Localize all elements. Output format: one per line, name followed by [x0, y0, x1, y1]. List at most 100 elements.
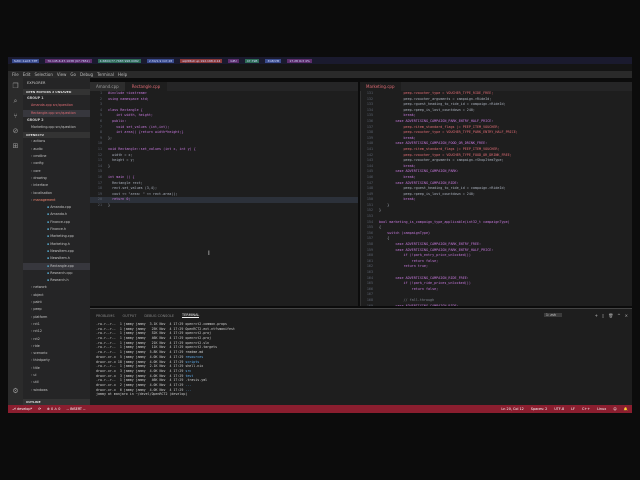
menu-item-edit[interactable]: Edit — [23, 72, 31, 77]
tree-folder[interactable]: › platform — [23, 314, 90, 321]
gear-icon[interactable]: ⚙ — [12, 388, 19, 395]
system-status-item[interactable]: GPU — [228, 58, 239, 63]
system-status-item[interactable]: wlp58s0 up 192.168.0.14 — [180, 58, 223, 63]
maximize-icon[interactable]: ^ — [617, 313, 620, 318]
menu-item-help[interactable]: Help — [118, 72, 127, 77]
tree-folder[interactable]: › object — [23, 292, 90, 299]
tree-folder[interactable]: › audio — [23, 146, 90, 153]
panel-tab-debug-console[interactable]: DEBUG CONSOLE — [144, 314, 174, 318]
panel-tab-problems[interactable]: PROBLEMS — [96, 314, 115, 318]
tree-item-label: audio — [33, 146, 43, 151]
status-right-item[interactable]: LF — [571, 407, 575, 411]
tree-file[interactable]: ▪ Marketing.cpp — [23, 233, 90, 240]
status-left-item[interactable]: ⎇ develop* — [12, 407, 32, 411]
tree-file[interactable]: ▪ Research.cpp — [23, 270, 90, 277]
panel-tab-terminal[interactable]: TERMINAL — [182, 313, 200, 318]
code-text: width = x; — [108, 152, 133, 157]
tree-folder[interactable]: › ui — [23, 372, 90, 379]
tree-file[interactable]: ▪ Finance.cpp — [23, 219, 90, 226]
search-icon[interactable]: ⌕ — [12, 98, 19, 105]
system-status-item[interactable]: 2.30/1.9 Oct 28 — [146, 58, 175, 63]
source-control-icon[interactable]: ⑂ — [12, 113, 19, 120]
panel-tab-output[interactable]: OUTPUT — [123, 314, 137, 318]
code-text: height = y; — [108, 158, 135, 163]
editor-left[interactable]: 1 #include <iostream> 2 using namespace std… — [90, 91, 358, 306]
menu-item-file[interactable]: File — [12, 72, 19, 77]
tree-folder[interactable]: › interface — [23, 182, 90, 189]
status-right-item[interactable]: 🔔 — [624, 407, 628, 411]
status-right-item[interactable]: C++ — [582, 407, 590, 411]
terminal-select[interactable]: 1: zsh — [543, 313, 562, 317]
tree-file[interactable]: ▪ Finance.h — [23, 226, 90, 233]
tree-folder[interactable]: › localisation — [23, 190, 90, 197]
extensions-icon[interactable]: ⊞ — [12, 143, 19, 150]
debug-icon[interactable]: ⊘ — [12, 128, 19, 135]
code-text: peep->voucher_arguments = campaign->Ride… — [379, 96, 492, 101]
tree-folder[interactable]: › rct2 — [23, 336, 90, 343]
close-icon[interactable]: × — [625, 313, 628, 318]
tree-folder[interactable]: › peep — [23, 306, 90, 313]
tree-item-label: paint — [33, 300, 42, 305]
tree-folder[interactable]: › network — [23, 284, 90, 291]
open-editor-item[interactable]: Marketing.cpp src/question — [23, 124, 90, 131]
tree-file[interactable]: ▪ Rectangle.cpp — [23, 262, 90, 270]
editor-right[interactable]: 131 peep->voucher_type = VOUCHER_TYPE_RI… — [360, 91, 632, 306]
tree-folder[interactable]: › paint — [23, 299, 90, 306]
code-line: 169 case ADVERTISING_CAMPAIGN_RIDE: — [361, 304, 632, 306]
system-status-item[interactable]: 17.28 Oct 4% — [287, 58, 312, 63]
terminal-line-file: shell.nix — [185, 364, 204, 369]
system-status-item[interactable]: fe80::1a03:73ff — [12, 58, 40, 63]
new-terminal-icon[interactable]: + — [595, 313, 598, 318]
tree-folder[interactable]: › management — [23, 197, 90, 204]
tree-folder[interactable]: › ride — [23, 343, 90, 350]
trash-icon[interactable]: 🗑 — [608, 313, 613, 318]
editor-tab[interactable]: Rectangle.cpp — [125, 82, 168, 91]
tree-folder[interactable]: › core — [23, 168, 90, 175]
status-left-item[interactable]: ⟳ — [38, 407, 41, 411]
tree-folder[interactable]: › thirdparty — [23, 357, 90, 364]
group-1-label[interactable]: GROUP 1 — [23, 95, 90, 102]
status-right-item[interactable]: Linux — [597, 407, 606, 411]
tree-folder[interactable]: › scenario — [23, 350, 90, 357]
tree-folder[interactable]: › rct12 — [23, 328, 90, 335]
menu-item-debug[interactable]: Debug — [80, 72, 93, 77]
code-text: peep->item_standard_flags |= PEEP_ITEM_V… — [379, 146, 500, 151]
tree-folder[interactable]: › actions — [23, 138, 90, 145]
tree-folder[interactable]: › util — [23, 379, 90, 386]
menu-item-terminal[interactable]: Terminal — [97, 72, 114, 77]
tree-folder[interactable]: › config — [23, 160, 90, 167]
tree-item-label: Research.cpp — [50, 270, 73, 275]
tree-file[interactable]: ▪ Marketing.h — [23, 241, 90, 248]
system-status-item[interactable]: 70.145.6.47.1038 (97.7651) — [45, 58, 92, 63]
editor-tab[interactable]: Amand.cpp — [90, 82, 126, 91]
tree-item-label: rct1 — [33, 321, 40, 326]
tree-file[interactable]: ▪ NewsItem.h — [23, 255, 90, 262]
open-editor-item[interactable]: Amanda.cpp src/question — [23, 102, 90, 109]
tree-file[interactable]: ▪ Amanda.cpp — [23, 204, 90, 211]
status-right-item[interactable]: Ln 20, Col 12 — [501, 407, 523, 411]
tree-folder[interactable]: › cmdline — [23, 153, 90, 160]
status-left-item[interactable]: -- INSERT -- — [66, 407, 85, 411]
tree-folder[interactable]: › title — [23, 365, 90, 372]
tree-folder[interactable]: › windows — [23, 387, 90, 394]
menu-item-selection[interactable]: Selection — [34, 72, 52, 77]
files-icon[interactable]: ❐ — [12, 83, 19, 90]
editor-tab[interactable]: Marketing.cpp — [360, 82, 402, 91]
group-2-label[interactable]: GROUP 2 — [23, 117, 90, 124]
tree-file[interactable]: ▪ Research.h — [23, 277, 90, 284]
tree-file[interactable]: ▪ NewsItem.cpp — [23, 248, 90, 255]
system-status-item[interactable]: 4.6800/77.7683 998.0082 — [97, 58, 141, 63]
status-left-item[interactable]: ⊗ 0 ⚠ 0 — [47, 407, 60, 411]
status-right-item[interactable]: Spaces: 2 — [531, 407, 547, 411]
status-right-item[interactable]: ☺ — [613, 407, 617, 411]
system-status-item[interactable]: 3GB/VM — [265, 58, 282, 63]
tree-folder[interactable]: › rct1 — [23, 321, 90, 328]
tree-file[interactable]: ▪ Amanda.h — [23, 211, 90, 218]
menu-item-view[interactable]: View — [57, 72, 67, 77]
open-editor-item[interactable]: Rectangle.cpp src/question — [23, 109, 90, 117]
tree-folder[interactable]: › drawing — [23, 175, 90, 182]
status-right-item[interactable]: UTF-8 — [554, 407, 564, 411]
split-terminal-icon[interactable]: ▯ — [602, 313, 604, 318]
system-status-item[interactable]: 47.79B — [244, 58, 260, 63]
menu-item-go[interactable]: Go — [70, 72, 76, 77]
